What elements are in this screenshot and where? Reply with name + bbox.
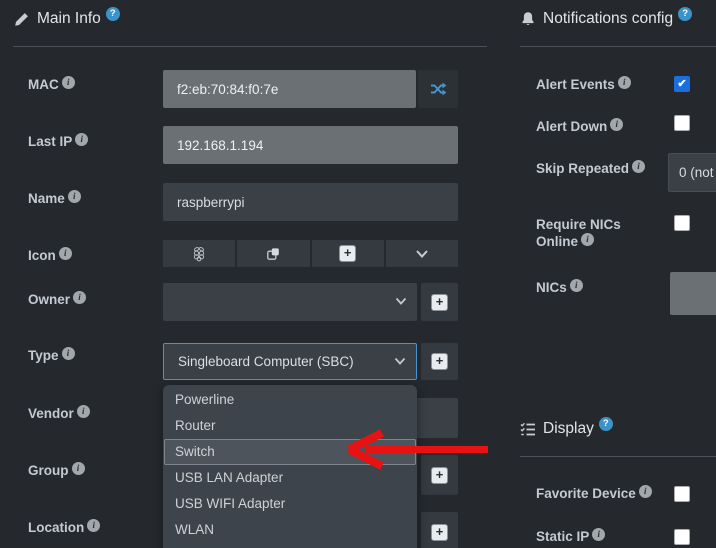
- tasks-list-icon: [520, 422, 536, 437]
- mac-label: MACi: [28, 76, 75, 93]
- pencil-icon: [14, 11, 30, 27]
- display-title: Display: [543, 420, 594, 438]
- last-ip-input[interactable]: 192.168.1.194: [163, 126, 458, 164]
- info-icon[interactable]: i: [75, 133, 88, 146]
- alert-events-label: Alert Eventsi: [536, 76, 631, 93]
- help-icon[interactable]: ?: [678, 7, 692, 21]
- dropdown-option-wlan[interactable]: WLAN: [163, 517, 417, 543]
- copy-icon-button[interactable]: [235, 240, 309, 267]
- alert-down-checkbox[interactable]: ✔: [674, 115, 690, 131]
- raspberry-pi-icon: [191, 246, 207, 262]
- name-label: Namei: [28, 190, 81, 207]
- main-info-title: Main Info: [37, 10, 101, 28]
- chevron-down-icon: [415, 249, 429, 259]
- check-icon: ✔: [677, 76, 686, 92]
- location-label: Locationi: [28, 519, 100, 536]
- shuffle-icon: [429, 80, 447, 98]
- current-icon-button[interactable]: [163, 240, 235, 267]
- name-input[interactable]: raspberrypi: [163, 183, 458, 221]
- notifications-config-header: Notifications config ?: [520, 10, 692, 28]
- section-divider: [13, 46, 487, 47]
- favorite-device-label: Favorite Devicei: [536, 485, 652, 502]
- info-icon[interactable]: i: [592, 528, 605, 541]
- last-ip-row: 192.168.1.194: [163, 126, 458, 164]
- type-label: Typei: [28, 347, 75, 364]
- mac-input[interactable]: f2:eb:70:84:f0:7e: [163, 70, 416, 108]
- info-icon[interactable]: i: [610, 118, 623, 131]
- help-icon[interactable]: ?: [599, 417, 613, 431]
- info-icon[interactable]: i: [570, 279, 583, 292]
- dropdown-option-usb-wifi-adapter[interactable]: USB WIFI Adapter: [163, 491, 417, 517]
- info-icon[interactable]: i: [581, 233, 594, 246]
- type-row: Singleboard Computer (SBC) +: [163, 343, 458, 380]
- info-icon[interactable]: i: [639, 485, 652, 498]
- section-divider: [520, 46, 716, 47]
- static-ip-label: Static IPi: [536, 528, 605, 545]
- plus-icon: +: [431, 353, 448, 370]
- info-icon[interactable]: i: [72, 462, 85, 475]
- require-nics-online-checkbox[interactable]: ✔: [674, 215, 690, 231]
- skip-repeated-label: Skip Repeatedi: [536, 160, 645, 177]
- require-nics-online-label: Require NICsOnlinei: [536, 216, 621, 250]
- red-arrow-annotation: [340, 428, 490, 472]
- owner-row: +: [163, 283, 458, 321]
- owner-label: Owneri: [28, 291, 86, 308]
- info-icon[interactable]: i: [77, 405, 90, 418]
- last-ip-label: Last IPi: [28, 133, 88, 150]
- add-location-button[interactable]: +: [421, 512, 458, 548]
- vendor-label: Vendori: [28, 405, 90, 422]
- bell-icon: [520, 11, 536, 27]
- notifications-config-title: Notifications config: [543, 10, 673, 28]
- type-select-value: Singleboard Computer (SBC): [178, 354, 354, 369]
- skip-repeated-value: 0 (not: [679, 165, 714, 180]
- plus-icon: +: [431, 294, 448, 311]
- info-icon[interactable]: i: [87, 519, 100, 532]
- plus-icon: +: [431, 524, 448, 541]
- static-ip-checkbox[interactable]: ✔: [674, 529, 690, 545]
- randomize-mac-button[interactable]: [418, 70, 458, 108]
- info-icon[interactable]: i: [59, 247, 72, 260]
- icon-label: Iconi: [28, 247, 72, 264]
- chevron-down-icon: [394, 357, 406, 366]
- main-info-header: Main Info ?: [14, 10, 120, 28]
- plus-icon: +: [339, 245, 356, 262]
- info-icon[interactable]: i: [62, 76, 75, 89]
- owner-select[interactable]: [163, 283, 417, 321]
- info-icon[interactable]: i: [73, 291, 86, 304]
- alert-events-checkbox[interactable]: ✔: [674, 76, 690, 92]
- add-type-button[interactable]: +: [421, 343, 458, 380]
- mac-row: f2:eb:70:84:f0:7e: [163, 70, 458, 108]
- add-owner-button[interactable]: +: [421, 283, 458, 321]
- type-select[interactable]: Singleboard Computer (SBC): [163, 343, 417, 380]
- info-icon[interactable]: i: [632, 160, 645, 173]
- group-label: Groupi: [28, 462, 85, 479]
- add-icon-button[interactable]: +: [310, 240, 384, 267]
- display-header: Display ?: [520, 420, 613, 438]
- section-divider: [520, 456, 716, 457]
- info-icon[interactable]: i: [618, 76, 631, 89]
- name-row: raspberrypi: [163, 183, 458, 221]
- favorite-device-checkbox[interactable]: ✔: [674, 486, 690, 502]
- nics-label: NICsi: [536, 279, 583, 296]
- expand-icons-button[interactable]: [384, 240, 458, 267]
- info-icon[interactable]: i: [62, 347, 75, 360]
- icon-toolbar: +: [163, 240, 458, 267]
- copy-icon: [265, 246, 281, 262]
- nics-input[interactable]: [670, 272, 716, 315]
- alert-down-label: Alert Downi: [536, 118, 623, 135]
- device-edit-screen: Main Info ? MACi Last IPi Namei Iconi Ow…: [0, 0, 716, 548]
- skip-repeated-select[interactable]: 0 (not: [668, 153, 716, 192]
- dropdown-option-powerline[interactable]: Powerline: [163, 387, 417, 413]
- help-icon[interactable]: ?: [106, 7, 120, 21]
- info-icon[interactable]: i: [68, 190, 81, 203]
- chevron-down-icon: [395, 297, 407, 306]
